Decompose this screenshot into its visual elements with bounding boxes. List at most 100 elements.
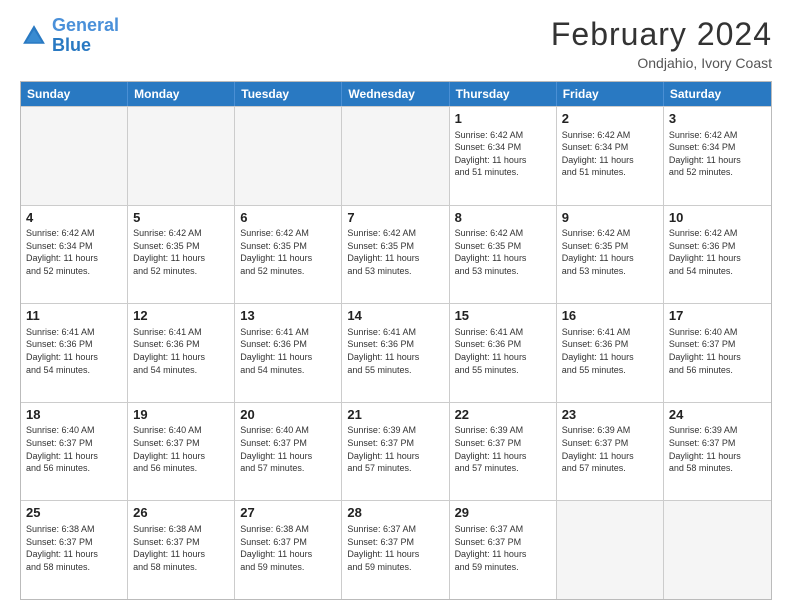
day-info: Sunrise: 6:41 AM Sunset: 6:36 PM Dayligh…	[347, 326, 443, 376]
day-info: Sunrise: 6:42 AM Sunset: 6:34 PM Dayligh…	[26, 227, 122, 277]
calendar-row: 1 Sunrise: 6:42 AM Sunset: 6:34 PM Daylig…	[21, 106, 771, 205]
day-info: Sunrise: 6:37 AM Sunset: 6:37 PM Dayligh…	[455, 523, 551, 573]
calendar-cell: 5Sunrise: 6:42 AM Sunset: 6:35 PM Daylig…	[128, 206, 235, 304]
day-info: Sunrise: 6:41 AM Sunset: 6:36 PM Dayligh…	[26, 326, 122, 376]
day-number: 20	[240, 407, 336, 423]
day-number: 8	[455, 210, 551, 226]
day-info: Sunrise: 6:37 AM Sunset: 6:37 PM Dayligh…	[347, 523, 443, 573]
calendar-cell	[128, 107, 235, 205]
day-info: Sunrise: 6:38 AM Sunset: 6:37 PM Dayligh…	[240, 523, 336, 573]
calendar-day-header: Tuesday	[235, 82, 342, 106]
day-number: 25	[26, 505, 122, 521]
calendar-cell	[664, 501, 771, 599]
day-number: 18	[26, 407, 122, 423]
day-number: 3	[669, 111, 766, 127]
day-number: 15	[455, 308, 551, 324]
day-info: Sunrise: 6:40 AM Sunset: 6:37 PM Dayligh…	[669, 326, 766, 376]
calendar-day-header: Wednesday	[342, 82, 449, 106]
logo: General Blue	[20, 16, 119, 56]
day-info: Sunrise: 6:39 AM Sunset: 6:37 PM Dayligh…	[562, 424, 658, 474]
calendar-cell: 12 Sunrise: 6:41 AM Sunset: 6:36 PM Dayli…	[128, 304, 235, 402]
day-info: Sunrise: 6:41 AM Sunset: 6:36 PM Dayligh…	[455, 326, 551, 376]
day-number: 16	[562, 308, 658, 324]
calendar-cell: 25 Sunrise: 6:38 AM Sunset: 6:37 PM Dayli…	[21, 501, 128, 599]
calendar-day-header: Thursday	[450, 82, 557, 106]
day-info: Sunrise: 6:41 AM Sunset: 6:36 PM Dayligh…	[562, 326, 658, 376]
day-info: Sunrise: 6:42 AM Sunset: 6:36 PM Dayligh…	[669, 227, 766, 277]
calendar-cell: 13 Sunrise: 6:41 AM Sunset: 6:36 PM Dayli…	[235, 304, 342, 402]
calendar-cell: 3 Sunrise: 6:42 AM Sunset: 6:34 PM Daylig…	[664, 107, 771, 205]
calendar-cell: 21Sunrise: 6:39 AM Sunset: 6:37 PM Dayli…	[342, 403, 449, 501]
day-info: Sunrise: 6:42 AM Sunset: 6:34 PM Dayligh…	[669, 129, 766, 179]
day-number: 12	[133, 308, 229, 324]
calendar-row: 18 Sunrise: 6:40 AM Sunset: 6:37 PM Dayli…	[21, 402, 771, 501]
calendar-cell: 20Sunrise: 6:40 AM Sunset: 6:37 PM Dayli…	[235, 403, 342, 501]
calendar-cell: 28 Sunrise: 6:37 AM Sunset: 6:37 PM Dayli…	[342, 501, 449, 599]
day-number: 13	[240, 308, 336, 324]
calendar-day-header: Saturday	[664, 82, 771, 106]
day-info: Sunrise: 6:42 AM Sunset: 6:35 PM Dayligh…	[240, 227, 336, 277]
calendar-row: 25 Sunrise: 6:38 AM Sunset: 6:37 PM Dayli…	[21, 500, 771, 599]
calendar-cell	[235, 107, 342, 205]
calendar-cell: 4Sunrise: 6:42 AM Sunset: 6:34 PM Daylig…	[21, 206, 128, 304]
day-number: 22	[455, 407, 551, 423]
day-info: Sunrise: 6:39 AM Sunset: 6:37 PM Dayligh…	[669, 424, 766, 474]
day-number: 1	[455, 111, 551, 127]
calendar-body: 1 Sunrise: 6:42 AM Sunset: 6:34 PM Daylig…	[21, 106, 771, 599]
calendar-cell	[21, 107, 128, 205]
day-number: 28	[347, 505, 443, 521]
day-info: Sunrise: 6:42 AM Sunset: 6:34 PM Dayligh…	[455, 129, 551, 179]
calendar-cell	[557, 501, 664, 599]
calendar-cell: 2 Sunrise: 6:42 AM Sunset: 6:34 PM Daylig…	[557, 107, 664, 205]
calendar-cell: 19Sunrise: 6:40 AM Sunset: 6:37 PM Dayli…	[128, 403, 235, 501]
day-number: 4	[26, 210, 122, 226]
day-info: Sunrise: 6:42 AM Sunset: 6:34 PM Dayligh…	[562, 129, 658, 179]
title-block: February 2024 Ondjahio, Ivory Coast	[551, 16, 772, 71]
day-info: Sunrise: 6:41 AM Sunset: 6:36 PM Dayligh…	[133, 326, 229, 376]
calendar-cell: 29Sunrise: 6:37 AM Sunset: 6:37 PM Dayli…	[450, 501, 557, 599]
day-info: Sunrise: 6:40 AM Sunset: 6:37 PM Dayligh…	[133, 424, 229, 474]
calendar-cell: 27 Sunrise: 6:38 AM Sunset: 6:37 PM Dayli…	[235, 501, 342, 599]
calendar-cell: 17 Sunrise: 6:40 AM Sunset: 6:37 PM Dayli…	[664, 304, 771, 402]
calendar-cell: 23Sunrise: 6:39 AM Sunset: 6:37 PM Dayli…	[557, 403, 664, 501]
day-number: 2	[562, 111, 658, 127]
calendar-cell: 22Sunrise: 6:39 AM Sunset: 6:37 PM Dayli…	[450, 403, 557, 501]
day-number: 5	[133, 210, 229, 226]
calendar-day-header: Monday	[128, 82, 235, 106]
day-info: Sunrise: 6:38 AM Sunset: 6:37 PM Dayligh…	[26, 523, 122, 573]
calendar-cell: 6Sunrise: 6:42 AM Sunset: 6:35 PM Daylig…	[235, 206, 342, 304]
logo-icon	[20, 22, 48, 50]
day-number: 9	[562, 210, 658, 226]
calendar-cell: 7Sunrise: 6:42 AM Sunset: 6:35 PM Daylig…	[342, 206, 449, 304]
page: General Blue February 2024 Ondjahio, Ivo…	[0, 0, 792, 612]
day-info: Sunrise: 6:39 AM Sunset: 6:37 PM Dayligh…	[347, 424, 443, 474]
day-number: 24	[669, 407, 766, 423]
day-number: 6	[240, 210, 336, 226]
day-info: Sunrise: 6:41 AM Sunset: 6:36 PM Dayligh…	[240, 326, 336, 376]
calendar-cell: 18Sunrise: 6:40 AM Sunset: 6:37 PM Dayli…	[21, 403, 128, 501]
calendar-cell: 24Sunrise: 6:39 AM Sunset: 6:37 PM Dayli…	[664, 403, 771, 501]
calendar-cell: 1 Sunrise: 6:42 AM Sunset: 6:34 PM Daylig…	[450, 107, 557, 205]
calendar-cell: 16 Sunrise: 6:41 AM Sunset: 6:36 PM Dayli…	[557, 304, 664, 402]
calendar-row: 11Sunrise: 6:41 AM Sunset: 6:36 PM Dayli…	[21, 303, 771, 402]
calendar-cell: 11Sunrise: 6:41 AM Sunset: 6:36 PM Dayli…	[21, 304, 128, 402]
day-info: Sunrise: 6:38 AM Sunset: 6:37 PM Dayligh…	[133, 523, 229, 573]
day-info: Sunrise: 6:40 AM Sunset: 6:37 PM Dayligh…	[240, 424, 336, 474]
day-number: 14	[347, 308, 443, 324]
calendar-day-header: Sunday	[21, 82, 128, 106]
main-title: February 2024	[551, 16, 772, 53]
calendar-day-header: Friday	[557, 82, 664, 106]
day-number: 7	[347, 210, 443, 226]
day-info: Sunrise: 6:42 AM Sunset: 6:35 PM Dayligh…	[347, 227, 443, 277]
day-info: Sunrise: 6:39 AM Sunset: 6:37 PM Dayligh…	[455, 424, 551, 474]
calendar-cell: 10Sunrise: 6:42 AM Sunset: 6:36 PM Dayli…	[664, 206, 771, 304]
calendar: SundayMondayTuesdayWednesdayThursdayFrid…	[20, 81, 772, 600]
calendar-cell: 15 Sunrise: 6:41 AM Sunset: 6:36 PM Dayli…	[450, 304, 557, 402]
calendar-cell: 14 Sunrise: 6:41 AM Sunset: 6:36 PM Dayli…	[342, 304, 449, 402]
day-number: 27	[240, 505, 336, 521]
calendar-cell: 8Sunrise: 6:42 AM Sunset: 6:35 PM Daylig…	[450, 206, 557, 304]
day-number: 21	[347, 407, 443, 423]
day-number: 17	[669, 308, 766, 324]
logo-text: General Blue	[52, 16, 119, 56]
day-info: Sunrise: 6:42 AM Sunset: 6:35 PM Dayligh…	[455, 227, 551, 277]
